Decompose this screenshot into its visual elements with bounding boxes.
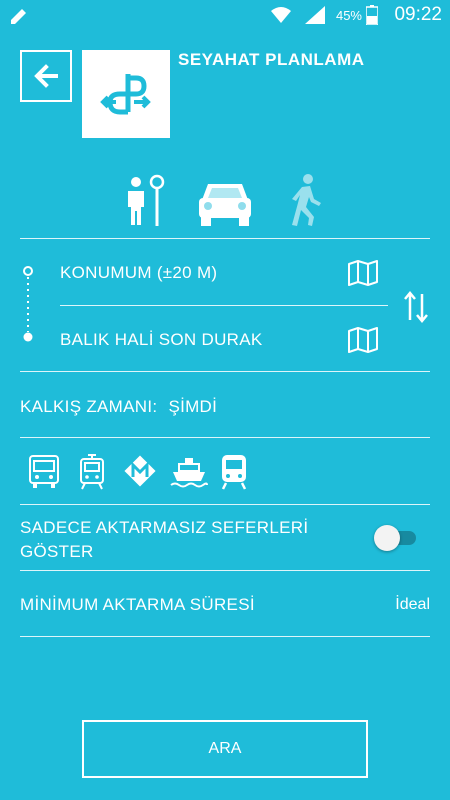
battery-percent: 45% bbox=[335, 8, 362, 23]
route-logo-icon bbox=[100, 74, 151, 115]
divider bbox=[20, 371, 430, 372]
metro-icon[interactable] bbox=[122, 453, 158, 489]
divider bbox=[20, 437, 430, 438]
min-transfer-label[interactable]: MİNİMUM AKTARMA SÜRESİ bbox=[20, 595, 255, 615]
divider bbox=[20, 238, 430, 239]
battery-icon bbox=[366, 5, 378, 25]
map-icon[interactable] bbox=[347, 260, 379, 286]
clock: 09:22 bbox=[394, 4, 442, 25]
wifi-icon bbox=[271, 7, 291, 23]
divider bbox=[60, 305, 388, 306]
page-title: SEYAHAT PLANLAMA bbox=[178, 50, 365, 69]
map-icon[interactable] bbox=[347, 327, 379, 353]
tram-icon[interactable] bbox=[79, 454, 105, 490]
stop-passenger-icon[interactable] bbox=[124, 172, 168, 228]
divider bbox=[20, 570, 430, 571]
train-icon[interactable] bbox=[220, 454, 248, 490]
search-button[interactable]: ARA bbox=[82, 720, 368, 778]
departure-value: ŞİMDİ bbox=[168, 397, 218, 416]
app-logo bbox=[82, 50, 170, 138]
direct-only-label: SADECE AKTARMASIZ SEFERLERİ GÖSTER bbox=[20, 518, 309, 561]
swap-icon[interactable] bbox=[402, 290, 430, 324]
departure-label: KALKIŞ ZAMANI: bbox=[20, 397, 158, 416]
back-button[interactable] bbox=[20, 50, 72, 102]
min-transfer-value[interactable]: İdeal bbox=[395, 596, 430, 614]
destination-field[interactable]: BALIK HALİ SON DURAK bbox=[60, 330, 263, 350]
edit-icon bbox=[11, 9, 26, 24]
toggle-knob[interactable] bbox=[374, 525, 400, 551]
departure-time-row[interactable]: KALKIŞ ZAMANI: ŞİMDİ bbox=[20, 397, 217, 417]
walk-icon[interactable] bbox=[288, 172, 324, 228]
origin-field[interactable]: KONUMUM (±20 M) bbox=[60, 263, 217, 283]
route-connector-icon bbox=[23, 266, 33, 342]
signal-icon bbox=[305, 6, 325, 24]
divider bbox=[20, 504, 430, 505]
divider bbox=[20, 636, 430, 637]
ferry-icon[interactable] bbox=[170, 456, 208, 488]
arrow-left-icon bbox=[34, 64, 58, 88]
car-icon[interactable] bbox=[198, 176, 252, 232]
bus-icon[interactable] bbox=[28, 455, 60, 489]
status-bar: 45% 09:22 bbox=[0, 0, 450, 30]
